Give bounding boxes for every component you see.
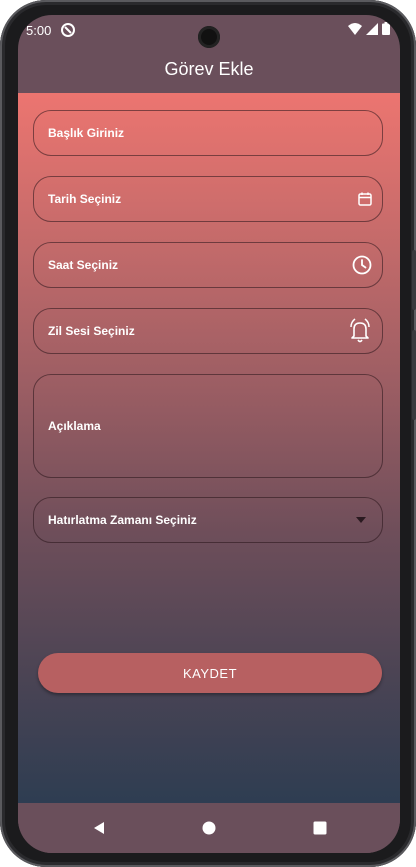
reminder-dropdown-value: Hatırlatma Zamanı Seçiniz bbox=[48, 513, 197, 527]
date-field-label: Tarih Seçiniz bbox=[48, 192, 122, 206]
navigation-bar bbox=[18, 803, 400, 853]
save-button[interactable]: KAYDET bbox=[38, 653, 382, 693]
battery-icon bbox=[382, 22, 390, 38]
status-bar: 5:00 bbox=[18, 15, 400, 48]
power-button bbox=[412, 330, 416, 420]
date-field[interactable]: Tarih Seçiniz bbox=[33, 176, 383, 222]
page-title: Görev Ekle bbox=[164, 58, 254, 79]
form-container: Başlık Giriniz Tarih Seçiniz Saat Seçini… bbox=[18, 93, 400, 803]
dropdown-arrow-icon[interactable] bbox=[356, 517, 366, 523]
clock-icon[interactable] bbox=[352, 255, 372, 275]
device-frame: 5:00 Görev Ekle Başlık Giriniz Tarih Seç… bbox=[0, 0, 416, 867]
time-field[interactable]: Saat Seçiniz bbox=[33, 242, 383, 288]
title-input-placeholder: Başlık Giriniz bbox=[48, 126, 125, 140]
wifi-icon bbox=[348, 22, 362, 38]
screen: 5:00 Görev Ekle Başlık Giriniz Tarih Seç… bbox=[18, 15, 400, 853]
ringtone-field-label: Zil Sesi Seçiniz bbox=[48, 324, 135, 338]
cast-icon bbox=[60, 22, 76, 38]
volume-button bbox=[412, 250, 416, 310]
back-icon[interactable] bbox=[88, 817, 110, 839]
calendar-icon[interactable] bbox=[358, 192, 372, 206]
ringtone-field[interactable]: Zil Sesi Seçiniz bbox=[33, 308, 383, 354]
bell-icon[interactable] bbox=[348, 317, 372, 345]
status-time: 5:00 bbox=[26, 23, 52, 38]
recents-icon[interactable] bbox=[309, 817, 331, 839]
description-textarea[interactable]: Açıklama bbox=[33, 374, 383, 478]
reminder-dropdown[interactable]: Hatırlatma Zamanı Seçiniz bbox=[33, 497, 383, 543]
signal-icon bbox=[366, 22, 378, 38]
time-field-label: Saat Seçiniz bbox=[48, 258, 119, 272]
description-placeholder: Açıklama bbox=[48, 419, 101, 433]
app-bar: Görev Ekle bbox=[18, 45, 400, 93]
home-icon[interactable] bbox=[198, 817, 220, 839]
title-input[interactable]: Başlık Giriniz bbox=[33, 110, 383, 156]
